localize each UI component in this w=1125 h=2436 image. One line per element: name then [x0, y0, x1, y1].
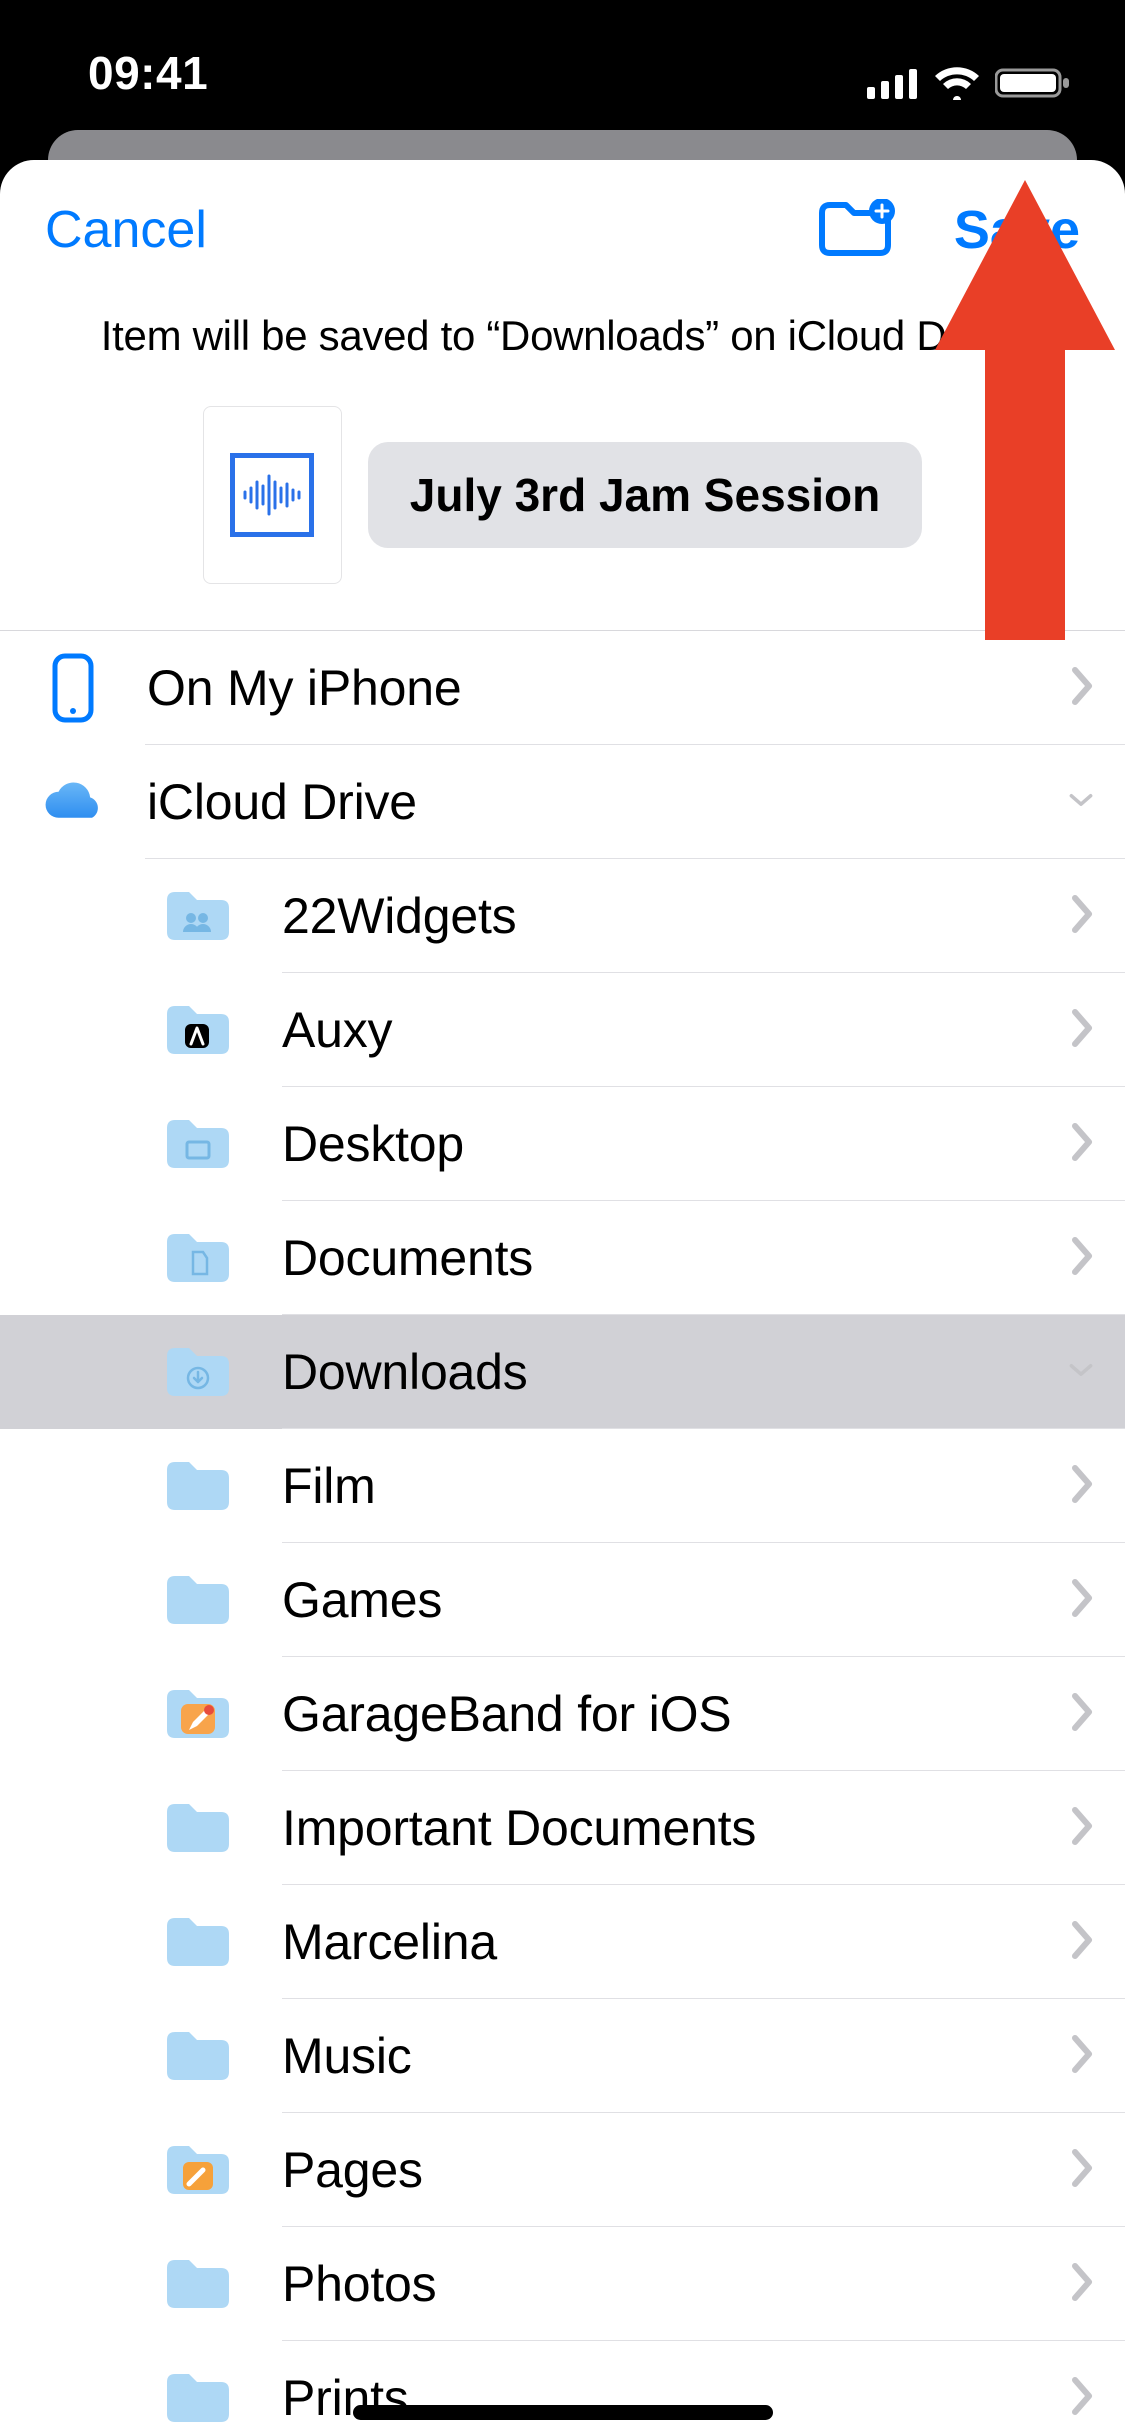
modal-backdrop-hint [48, 130, 1077, 160]
folder-row-garageband[interactable]: GarageBand for iOS [0, 1657, 1125, 1771]
folder-icon [158, 1572, 238, 1628]
folder-icon [158, 2370, 238, 2426]
folder-icon [158, 2028, 238, 2084]
row-label: 22Widgets [282, 887, 1069, 945]
save-destination-text: Item will be saved to “Downloads” on iCl… [40, 312, 1085, 360]
info-section: Item will be saved to “Downloads” on iCl… [0, 300, 1125, 630]
folder-row-pages[interactable]: Pages [0, 2113, 1125, 2227]
folder-desktop-icon [158, 1116, 238, 1172]
folder-row-auxy[interactable]: Auxy [0, 973, 1125, 1087]
row-label: iCloud Drive [147, 773, 1069, 831]
chevron-right-icon [1069, 1122, 1093, 1167]
row-label: GarageBand for iOS [282, 1685, 1069, 1743]
chevron-right-icon [1069, 2034, 1093, 2079]
cloud-icon [40, 777, 105, 827]
folder-icon [158, 1914, 238, 1970]
location-row-icloud-drive[interactable]: iCloud Drive [0, 745, 1125, 859]
folder-row-desktop[interactable]: Desktop [0, 1087, 1125, 1201]
audio-waveform-icon [230, 453, 314, 537]
row-label: Games [282, 1571, 1069, 1629]
folder-row-photos[interactable]: Photos [0, 2227, 1125, 2341]
chevron-right-icon [1069, 1008, 1093, 1053]
chevron-right-icon [1069, 1920, 1093, 1965]
home-indicator[interactable] [353, 2405, 773, 2420]
location-row-on-my-iphone[interactable]: On My iPhone [0, 631, 1125, 745]
location-list: On My iPhone iCloud Drive 22Widgets Auxy [0, 631, 1125, 2436]
folder-icon [158, 2256, 238, 2312]
folder-row-prints[interactable]: Prints [0, 2341, 1125, 2436]
cellular-icon [867, 67, 919, 99]
row-label: Downloads [282, 1343, 1069, 1401]
row-label: Music [282, 2027, 1069, 2085]
folder-row-games[interactable]: Games [0, 1543, 1125, 1657]
file-preview-row: July 3rd Jam Session [40, 406, 1085, 584]
folder-shared-icon [158, 888, 238, 944]
chevron-right-icon [1069, 2262, 1093, 2307]
status-icons [867, 66, 1071, 100]
screen: 09:41 Cancel [0, 0, 1125, 2436]
status-time: 09:41 [88, 46, 208, 100]
battery-icon [995, 66, 1071, 100]
folder-icon [158, 1458, 238, 1514]
new-folder-button[interactable] [818, 199, 896, 262]
chevron-down-icon [1069, 780, 1093, 825]
chevron-right-icon [1069, 2376, 1093, 2421]
folder-row-documents[interactable]: Documents [0, 1201, 1125, 1315]
save-button[interactable]: Save [954, 199, 1080, 261]
new-folder-icon [818, 199, 896, 257]
chevron-down-icon [1069, 1350, 1093, 1395]
file-name-field[interactable]: July 3rd Jam Session [368, 442, 922, 548]
cancel-button[interactable]: Cancel [45, 200, 207, 260]
wifi-icon [933, 66, 981, 100]
folder-row-film[interactable]: Film [0, 1429, 1125, 1543]
folder-row-downloads[interactable]: Downloads [0, 1315, 1125, 1429]
sheet-header: Cancel Save [0, 160, 1125, 300]
row-label: Auxy [282, 1001, 1069, 1059]
row-label: Pages [282, 2141, 1069, 2199]
iphone-icon [40, 653, 105, 723]
folder-garageband-icon [158, 1686, 238, 1742]
row-label: Desktop [282, 1115, 1069, 1173]
row-label: Marcelina [282, 1913, 1069, 1971]
folder-row-music[interactable]: Music [0, 1999, 1125, 2113]
row-label: On My iPhone [147, 659, 1069, 717]
folder-row-important-documents[interactable]: Important Documents [0, 1771, 1125, 1885]
chevron-right-icon [1069, 1236, 1093, 1281]
row-label: Documents [282, 1229, 1069, 1287]
save-to-files-sheet: Cancel Save Item will be saved to “Downl… [0, 160, 1125, 2436]
file-thumbnail [203, 406, 342, 584]
folder-icon [158, 1800, 238, 1856]
folder-row-22widgets[interactable]: 22Widgets [0, 859, 1125, 973]
chevron-right-icon [1069, 2148, 1093, 2193]
row-label: Photos [282, 2255, 1069, 2313]
row-label: Film [282, 1457, 1069, 1515]
chevron-right-icon [1069, 1578, 1093, 1623]
chevron-right-icon [1069, 1692, 1093, 1737]
folder-pages-icon [158, 2142, 238, 2198]
chevron-right-icon [1069, 1806, 1093, 1851]
status-bar: 09:41 [0, 0, 1125, 110]
chevron-right-icon [1069, 894, 1093, 939]
row-label: Important Documents [282, 1799, 1069, 1857]
folder-download-icon [158, 1344, 238, 1400]
folder-row-marcelina[interactable]: Marcelina [0, 1885, 1125, 1999]
chevron-right-icon [1069, 666, 1093, 711]
folder-auxy-icon [158, 1002, 238, 1058]
folder-document-icon [158, 1230, 238, 1286]
chevron-right-icon [1069, 1464, 1093, 1509]
